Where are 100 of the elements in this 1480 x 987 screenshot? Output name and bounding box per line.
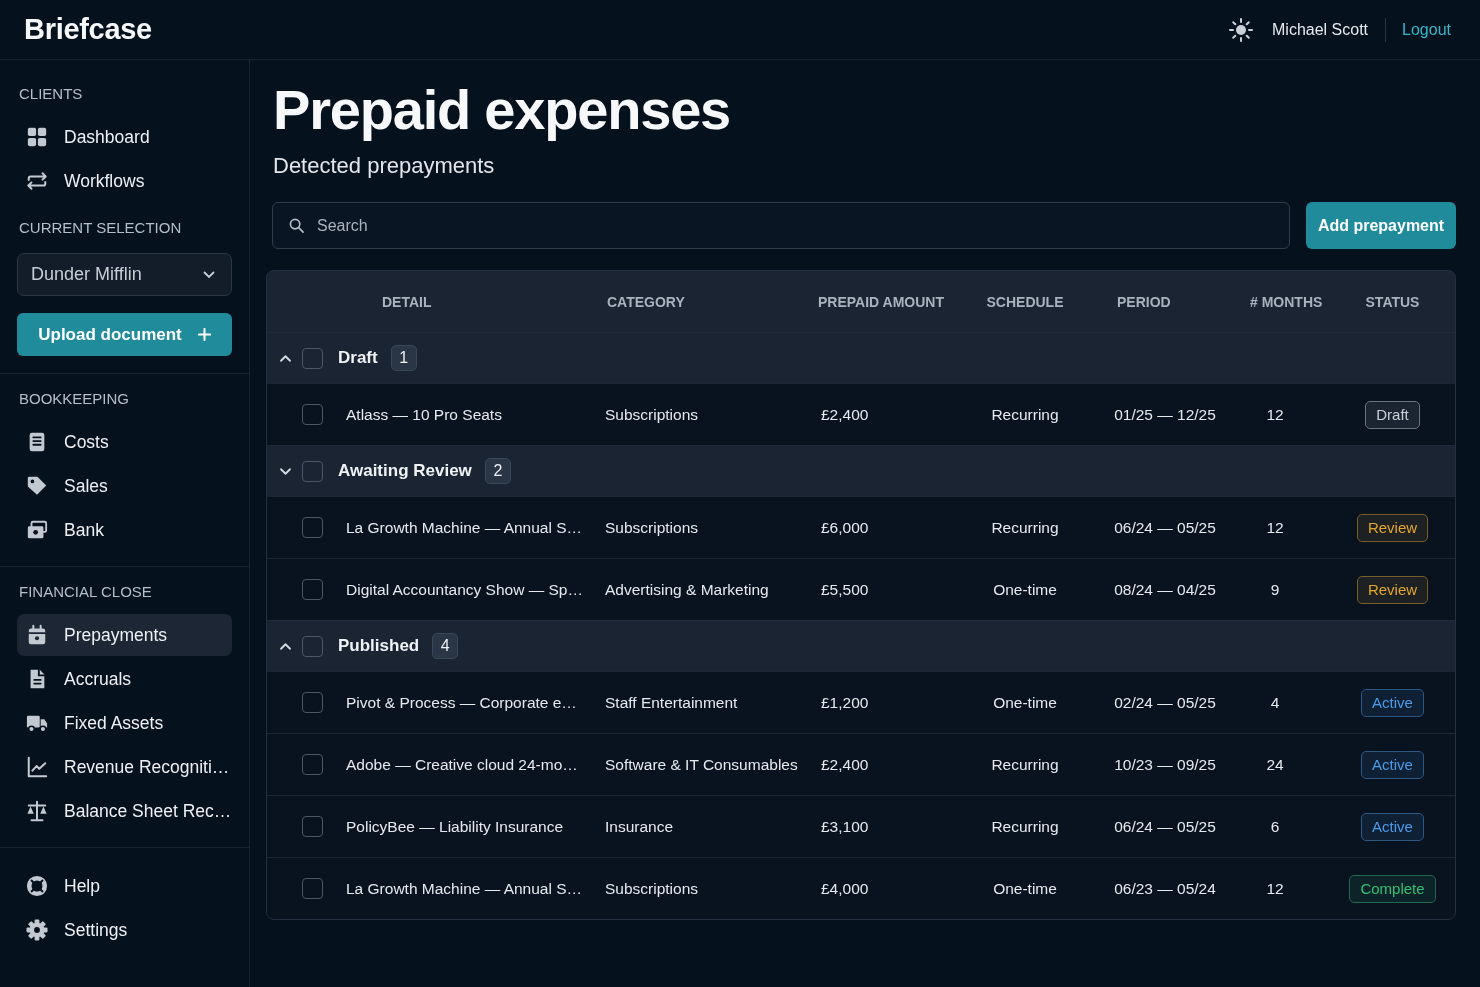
nav-item[interactable]: Dashboard [17, 116, 232, 158]
group-label: Published [338, 636, 420, 656]
nav-item[interactable]: Accruals [17, 658, 232, 700]
checkbox[interactable] [302, 692, 323, 713]
chevron-down-icon [203, 270, 215, 279]
status-badge: Complete [1349, 874, 1436, 903]
table-cell: 24 [1266, 755, 1284, 773]
logout-link[interactable]: Logout [1402, 20, 1451, 39]
column-header: # MONTHS [1250, 293, 1323, 310]
table-cell: La Growth Machine — Annual S… [346, 518, 583, 536]
table-cell: Subscriptions [605, 405, 699, 423]
table-cell: 9 [1270, 580, 1280, 598]
table-cell: 10/23 — 09/25 [1114, 755, 1216, 773]
nav-item[interactable]: Revenue Recogniti… [17, 746, 232, 788]
grid-icon [26, 126, 48, 148]
nav-item[interactable]: Settings [17, 909, 232, 951]
table-cell: Pivot & Process — Corporate e… [346, 693, 577, 711]
table-cell: Insurance [605, 817, 674, 835]
add-prepayment-button[interactable]: Add prepayment [1306, 202, 1456, 249]
checkbox[interactable] [302, 517, 323, 538]
table-cell: 6 [1270, 817, 1280, 835]
user-name: Michael Scott [1272, 20, 1369, 39]
section-label: CURRENT SELECTION [18, 218, 183, 238]
table-row[interactable]: Digital Accountancy Show — Sp… Advertising & Marketing £5,500 One-time 08/24 — 04/25 9 Review [267, 558, 1455, 620]
chevron-up-icon[interactable] [278, 641, 292, 651]
column-header: DETAIL [382, 293, 432, 310]
nav-item[interactable]: Sales [17, 465, 232, 507]
table-cell: 12 [1266, 405, 1284, 423]
count-badge: 1 [390, 345, 417, 371]
table-cell: £3,100 [821, 817, 869, 835]
table-cell: Subscriptions [605, 518, 699, 536]
checkbox[interactable] [302, 754, 323, 775]
table-cell: 08/24 — 04/25 [1114, 580, 1216, 598]
table-row[interactable]: La Growth Machine — Annual S… Subscriptions £4,000 One-time 06/23 — 05/24 12 Complete [267, 857, 1455, 919]
group-label: Awaiting Review [338, 461, 472, 481]
table-cell: Digital Accountancy Show — Sp… [346, 580, 583, 598]
table-cell: 02/24 — 05/25 [1114, 693, 1216, 711]
table-cell: Recurring [991, 755, 1059, 773]
table-cell: La Growth Machine — Annual S… [346, 879, 583, 897]
repeat-arrows-icon [26, 170, 48, 192]
checkbox[interactable] [302, 579, 323, 600]
client-dropdown[interactable]: Dunder Mifflin [17, 253, 232, 296]
table-cell: £4,000 [821, 879, 869, 897]
nav-item[interactable]: Help [17, 865, 232, 907]
sun-icon[interactable] [1229, 17, 1253, 42]
nav-item[interactable]: Workflows [17, 160, 232, 202]
chevron-up-icon[interactable] [278, 353, 292, 363]
column-header: SCHEDULE [986, 293, 1064, 310]
checkbox[interactable] [302, 878, 323, 899]
column-header: STATUS [1365, 293, 1420, 310]
brand-logo[interactable]: Briefcase [24, 13, 152, 46]
table-cell: Recurring [991, 405, 1059, 423]
scales-icon [26, 800, 48, 822]
search-field[interactable]: Search [272, 202, 1290, 249]
nav-item[interactable]: Costs [17, 421, 232, 463]
search-icon [289, 218, 304, 233]
table-row[interactable]: La Growth Machine — Annual S… Subscriptions £6,000 Recurring 06/24 — 05/25 12 Review [267, 496, 1455, 558]
page-subtitle: Detected prepayments [273, 152, 496, 180]
nav-item[interactable]: Bank [17, 509, 232, 551]
table-cell: 4 [1270, 693, 1280, 711]
plus-icon [197, 328, 211, 341]
status-badge: Active [1361, 688, 1424, 717]
table-cell: 12 [1266, 518, 1284, 536]
table-cell: PolicyBee — Liability Insurance [346, 817, 564, 835]
table-cell: £2,400 [821, 755, 869, 773]
settings-icon [26, 919, 48, 941]
banknote-icon [26, 519, 48, 541]
status-badge: Review [1356, 575, 1429, 604]
nav-item[interactable]: Prepayments [17, 614, 232, 656]
nav-item[interactable]: Fixed Assets [17, 702, 232, 744]
checkbox[interactable] [302, 635, 323, 657]
table-cell: 06/24 — 05/25 [1114, 817, 1216, 835]
table-row[interactable]: Adobe — Creative cloud 24-mo… Software & IT Consumables £2,400 Recurring 10/23 — 09/25 24 Active [267, 733, 1455, 795]
tag-icon [26, 475, 48, 497]
table-cell: Adobe — Creative cloud 24-mo… [346, 755, 578, 773]
count-badge: 2 [484, 458, 511, 484]
chevron-down-icon[interactable] [278, 466, 292, 476]
table-cell: £1,200 [821, 693, 869, 711]
checkbox[interactable] [302, 460, 323, 482]
status-badge: Draft [1365, 400, 1420, 429]
table-row[interactable]: PolicyBee — Liability Insurance Insurance £3,100 Recurring 06/24 — 05/25 6 Active [267, 795, 1455, 857]
table-cell: Advertising & Marketing [605, 580, 769, 598]
checkbox[interactable] [302, 347, 323, 369]
nav-item[interactable]: Balance Sheet Rec… [17, 790, 232, 832]
table-row[interactable]: Pivot & Process — Corporate e… Staff Entertainment £1,200 One-time 02/24 — 05/25 4 Active [267, 671, 1455, 733]
table-cell: £6,000 [821, 518, 869, 536]
calendar-icon [26, 624, 48, 646]
table-row[interactable]: Atlass — 10 Pro Seats Subscriptions £2,400 Recurring 01/25 — 12/25 12 Draft [267, 383, 1455, 445]
column-header: PREPAID AMOUNT [818, 293, 944, 310]
column-header: CATEGORY [607, 293, 685, 310]
column-header: PERIOD [1117, 293, 1171, 310]
section-label: FINANCIAL CLOSE [18, 582, 153, 602]
upload-document-button[interactable]: Upload document [17, 313, 232, 356]
table-cell: 06/23 — 05/24 [1114, 879, 1216, 897]
group-label: Draft [338, 348, 378, 368]
table-cell: Recurring [991, 518, 1059, 536]
table-cell: 01/25 — 12/25 [1114, 405, 1216, 423]
table-cell: £2,400 [821, 405, 869, 423]
checkbox[interactable] [302, 816, 323, 837]
checkbox[interactable] [302, 404, 323, 425]
